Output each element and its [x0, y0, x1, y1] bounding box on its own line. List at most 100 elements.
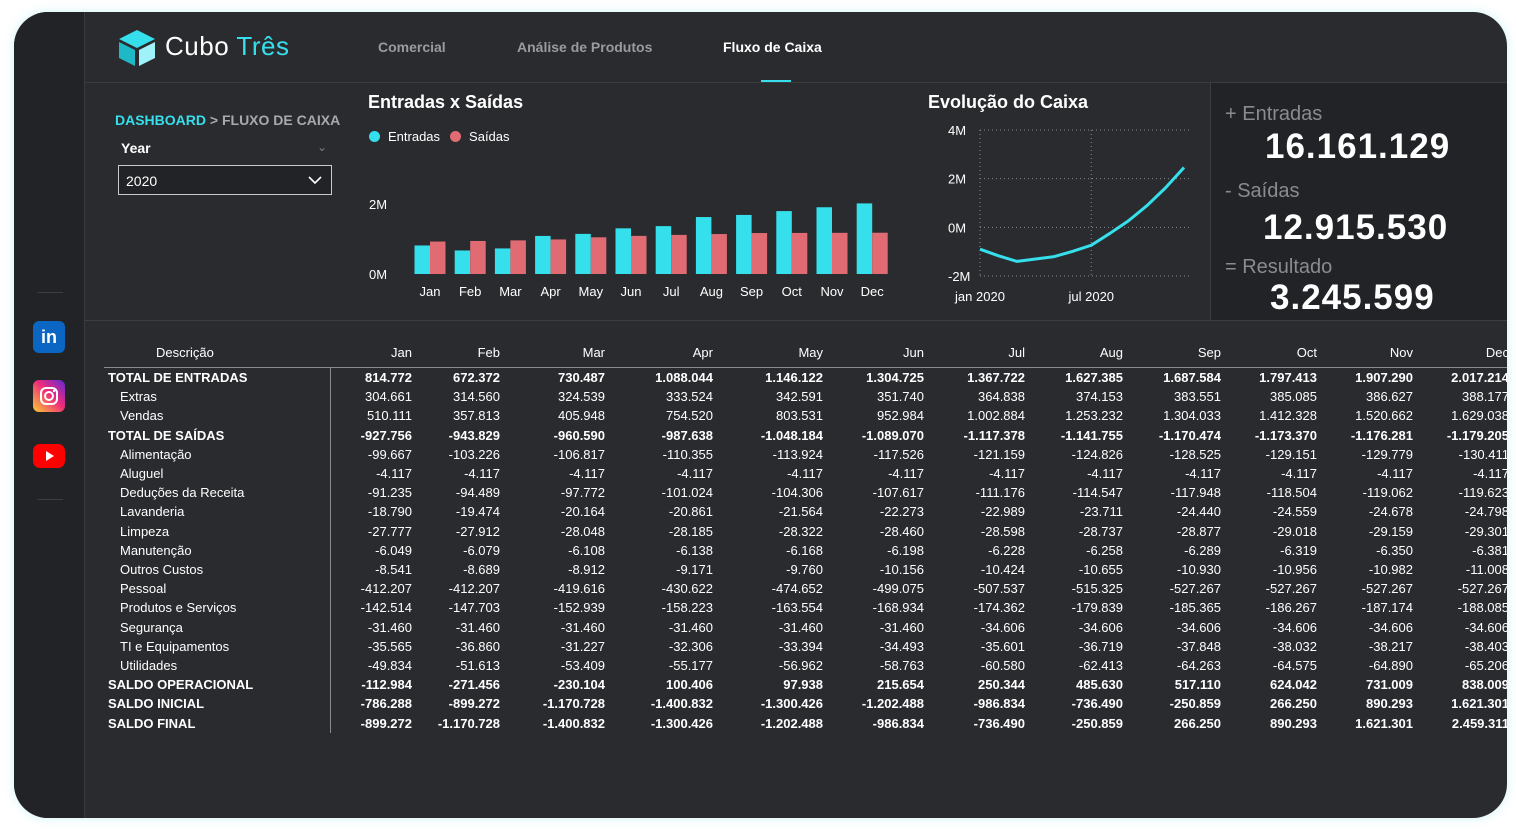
table-cell: -28.877	[1176, 523, 1221, 539]
table-cell: -1.179.205	[1446, 427, 1507, 443]
table-cell: -18.790	[367, 504, 412, 520]
table-cell: -32.306	[668, 638, 713, 654]
table-row[interactable]: Lavanderia -18.790 -19.474 -20.164 -20.861 -2…	[104, 502, 1507, 522]
nav-comercial[interactable]: Comercial	[378, 39, 446, 55]
table-row[interactable]: TI e Equipamentos -35.565 -36.860 -31.227 -3…	[104, 636, 1507, 657]
bar-entradas	[776, 211, 792, 274]
table-row[interactable]: Manutenção -6.049 -6.079 -6.108 -6.138 -6.168…	[104, 540, 1507, 561]
column-header-descricao[interactable]: Descrição	[104, 345, 330, 368]
row-label: Limpeza	[104, 521, 331, 541]
bar-saidas	[590, 237, 607, 274]
table-cell: -174.362	[973, 600, 1025, 616]
table-cell: 838.009	[1462, 677, 1507, 693]
column-header[interactable]: May	[720, 345, 830, 368]
column-header[interactable]: Sep	[1130, 345, 1228, 368]
table-row[interactable]: Alimentação -99.667 -103.226 -106.817 -110.3…	[104, 444, 1507, 465]
column-header[interactable]: Apr	[612, 345, 720, 368]
table-cell: -412.207	[360, 581, 412, 597]
table-cell: 2.459.311	[1451, 715, 1507, 731]
instagram-icon[interactable]	[33, 380, 65, 412]
table-cell: -6.079	[463, 542, 500, 558]
y-tick-label: 2M	[948, 172, 966, 187]
year-dropdown[interactable]: 2020	[118, 165, 332, 195]
table-row[interactable]: Utilidades -49.834 -51.613 -53.409 -55.177 -5…	[104, 656, 1507, 676]
top-navigation: Cubo Três Comercial Análise de Produtos …	[85, 12, 1507, 83]
kpi-value-entradas: 16.161.129	[1265, 127, 1451, 166]
bar-entradas	[535, 235, 551, 274]
kpi-value-saidas: 12.915.530	[1263, 208, 1449, 247]
table-cell: -34.606	[1272, 619, 1317, 635]
table-cell: 351.740	[877, 389, 924, 405]
table-cell: -10.655	[1078, 562, 1123, 578]
table-cell: 266.250	[1270, 696, 1317, 712]
table-cell: -987.638	[661, 427, 713, 443]
table-row[interactable]: Pessoal -412.207 -412.207 -419.616 -430.622 -…	[104, 579, 1507, 599]
table-cell: -9.171	[676, 562, 713, 578]
column-header[interactable]: Dec	[1420, 345, 1507, 368]
x-tick-label: Sep	[740, 284, 763, 299]
table-row[interactable]: TOTAL DE SAÍDAS -927.756 -943.829 -960.590 -…	[104, 425, 1507, 445]
column-header[interactable]: Jun	[830, 345, 931, 368]
table-row[interactable]: Outros Custos -8.541 -8.689 -8.912 -9.171 -9.…	[104, 560, 1507, 580]
bar-entradas	[575, 233, 591, 274]
table-row[interactable]: Deduções da Receita -91.235 -94.489 -97.772…	[104, 483, 1507, 503]
table-cell: -97.772	[560, 485, 605, 501]
table-row[interactable]: Segurança -31.460 -31.460 -31.460 -31.460 -31…	[104, 617, 1507, 637]
table-cell: -33.394	[778, 638, 823, 654]
table-cell: 814.772	[330, 367, 419, 388]
bar-saidas	[631, 235, 647, 274]
table-cell: 1.621.301	[1355, 715, 1413, 731]
table-cell: 386.627	[1366, 389, 1413, 405]
table-cell: 405.948	[558, 408, 605, 424]
row-label: Pessoal	[104, 579, 331, 599]
column-header[interactable]: Nov	[1324, 345, 1420, 368]
bar-saidas	[671, 234, 687, 274]
column-header[interactable]: Feb	[419, 345, 507, 368]
chevron-down-icon[interactable]: ⌄	[317, 140, 327, 154]
table-row[interactable]: SALDO INICIAL -786.288 -899.272 -1.170.728 -…	[104, 694, 1507, 714]
table-row[interactable]: Aluguel -4.117 -4.117 -4.117 -4.117 -4.117 -4.…	[104, 464, 1507, 484]
table-row[interactable]: TOTAL DE ENTRADAS 814.772 672.372 730.487 1.…	[104, 367, 1507, 388]
column-header[interactable]: Oct	[1228, 345, 1324, 368]
table-row[interactable]: SALDO OPERACIONAL -112.984 -271.456 -230.10…	[104, 675, 1507, 695]
table-cell: -1.170.728	[437, 715, 500, 731]
linkedin-icon[interactable]: in	[33, 321, 65, 353]
row-label: TOTAL DE ENTRADAS	[104, 367, 331, 388]
table-row[interactable]: SALDO FINAL -899.272 -1.170.728 -1.400.832 -…	[104, 713, 1507, 733]
nav-analise-produtos[interactable]: Análise de Produtos	[517, 39, 652, 55]
table-cell: -10.982	[1368, 562, 1413, 578]
table-cell: -430.622	[661, 581, 713, 597]
table-cell: -29.301	[1464, 523, 1507, 539]
table-row[interactable]: Produtos e Serviços -142.514 -147.703 -152.…	[104, 598, 1507, 618]
table-cell: -113.924	[772, 446, 823, 462]
bar-entradas	[454, 250, 471, 274]
table-cell: -117.526	[873, 446, 924, 462]
column-header[interactable]: Mar	[507, 345, 612, 368]
table-cell: -147.703	[448, 600, 500, 616]
line-series-caixa	[979, 166, 1186, 263]
table-cell: -179.839	[1071, 600, 1123, 616]
table-cell: -168.934	[872, 600, 924, 616]
table-row[interactable]: Extras 304.661 314.560 324.539 333.524 342.59…	[104, 387, 1507, 407]
kpi-label-saidas: - Saídas	[1225, 180, 1300, 202]
breadcrumb-root[interactable]: DASHBOARD	[115, 112, 206, 128]
table-cell: 1.621.301	[1451, 696, 1507, 712]
table-row[interactable]: Vendas 510.111 357.813 405.948 754.520 803.53…	[104, 406, 1507, 426]
table-cell: 1.367.722	[931, 367, 1032, 388]
column-header[interactable]: Aug	[1032, 345, 1130, 368]
column-header[interactable]: Jan	[330, 345, 419, 368]
table-cell: -64.575	[1272, 658, 1317, 674]
table-cell: 364.838	[978, 389, 1025, 405]
table-cell: 731.009	[1366, 677, 1413, 693]
table-row[interactable]: Limpeza -27.777 -27.912 -28.048 -28.185 -28.3…	[104, 521, 1507, 541]
table-cell: -36.719	[1078, 638, 1123, 654]
column-header[interactable]: Jul	[931, 345, 1032, 368]
table-cell: -11.008	[1465, 562, 1507, 578]
youtube-icon[interactable]	[33, 440, 65, 472]
table-cell: -412.207	[448, 581, 500, 597]
nav-fluxo-caixa[interactable]: Fluxo de Caixa	[723, 39, 822, 55]
table-cell: -1.300.426	[760, 696, 823, 712]
table-cell: -31.460	[455, 619, 500, 635]
table-cell: 1.627.385	[1032, 367, 1130, 388]
table-cell: -899.272	[360, 715, 412, 731]
